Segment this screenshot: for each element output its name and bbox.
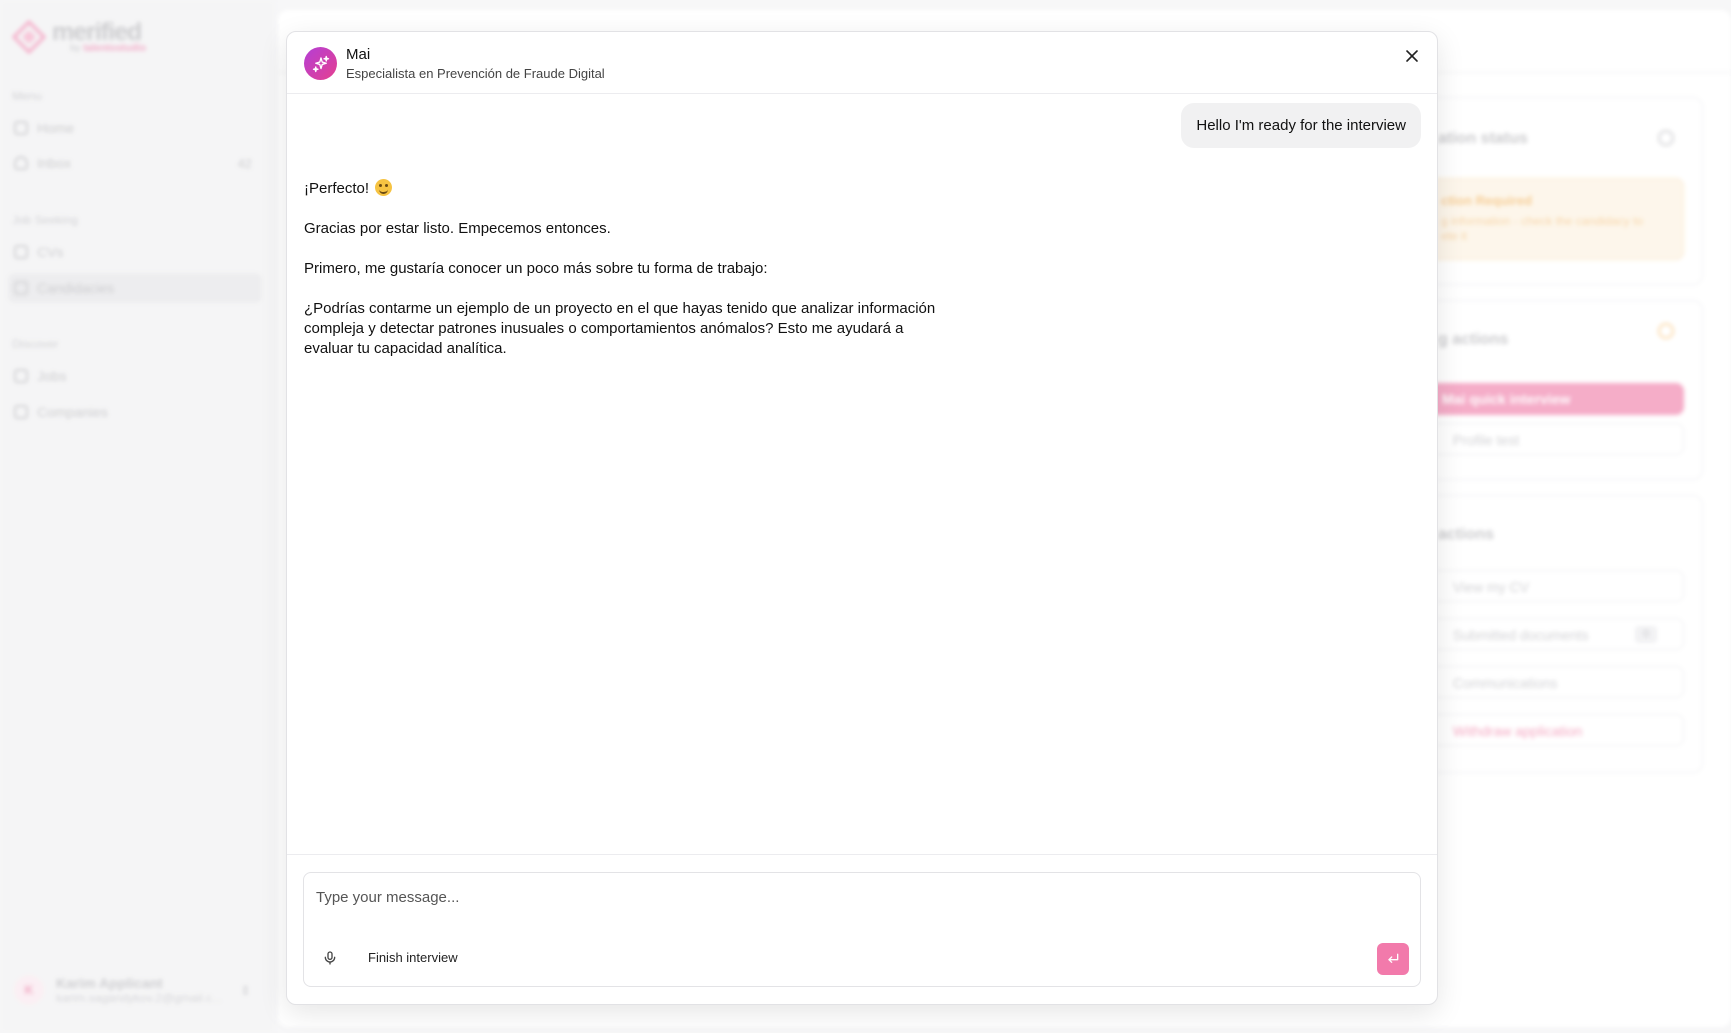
bot-name: Mai <box>346 46 371 63</box>
close-button[interactable] <box>1401 45 1423 67</box>
chat-header: Mai Especialista en Prevención de Fraude… <box>287 32 1437 94</box>
smiling-face-emoji <box>375 179 393 196</box>
bot-avatar <box>304 47 337 80</box>
bot-message-line: ¡Perfecto! <box>304 179 944 199</box>
composer-area: Finish interview <box>287 854 1437 1004</box>
sparkles-icon <box>312 55 329 72</box>
bot-message-line: Primero, me gustaría conocer un poco más… <box>304 260 768 277</box>
finish-interview-button[interactable]: Finish interview <box>368 950 458 965</box>
close-icon <box>1406 50 1418 62</box>
send-button[interactable] <box>1377 943 1409 975</box>
bot-message-line: ¿Podrías contarme un ejemplo de un proye… <box>304 300 936 357</box>
microphone-icon <box>324 951 336 965</box>
enter-icon <box>1388 953 1399 963</box>
microphone-button[interactable] <box>318 946 342 970</box>
bot-role: Especialista en Prevención de Fraude Dig… <box>346 66 605 81</box>
message-list[interactable]: Hello I'm ready for the interview ¡Perfe… <box>287 95 1437 886</box>
bot-message: ¡Perfecto! Gracias por estar listo. Empe… <box>304 179 944 371</box>
user-message: Hello I'm ready for the interview <box>1181 103 1421 148</box>
bot-message-line: Gracias por estar listo. Empecemos enton… <box>304 220 611 237</box>
message-composer: Finish interview <box>303 872 1421 987</box>
interview-chat-modal: Mai Especialista en Prevención de Fraude… <box>286 31 1438 1005</box>
message-input[interactable] <box>304 873 1420 921</box>
